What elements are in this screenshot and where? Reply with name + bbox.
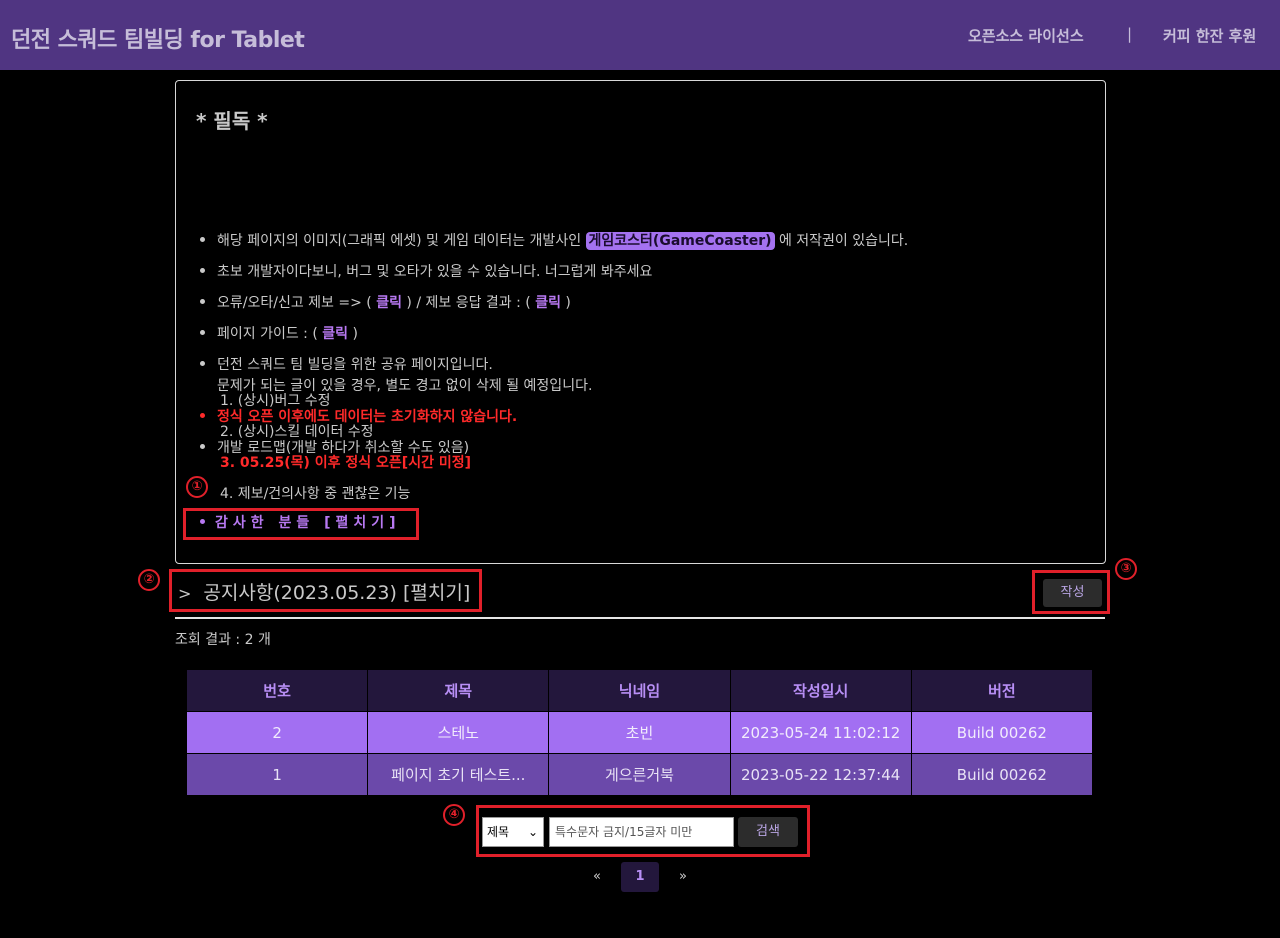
write-button[interactable]: 작성	[1043, 579, 1102, 607]
bullet-icon	[200, 267, 205, 273]
col-nickname: 닉네임	[548, 669, 731, 712]
notice-title: * 필독 *	[196, 109, 268, 133]
notice-panel: * 필독 * 해당 페이지의 이미지(그래픽 에셋) 및 게임 데이터는 개발사…	[175, 80, 1106, 564]
cell-number: 2	[185, 711, 369, 754]
result-count: 조회 결과 : 2 개	[175, 632, 271, 648]
cell-date: 2023-05-24 11:02:12	[729, 711, 912, 754]
col-date: 작성일시	[729, 669, 912, 712]
site-title[interactable]: 던전 스쿼드 팀빌딩 for Tablet	[11, 22, 305, 54]
notice-item-beginner: 초보 개발자이다보니, 버그 및 오타가 있을 수 있습니다. 너그럽게 봐주세…	[200, 262, 652, 283]
roadmap-item: 4. 제보/건의사항 중 괜찮은 기능	[220, 486, 411, 502]
bullet-icon	[200, 360, 205, 366]
divider	[175, 617, 1105, 619]
annotation-badge-1: ①	[186, 476, 208, 498]
table-header-row: 번호 제목 닉네임 작성일시 버전	[185, 669, 1094, 712]
table-row[interactable]: 1 페이지 초기 테스트... 게으른거북 2023-05-22 12:37:4…	[185, 753, 1094, 796]
chevron-down-icon: ⌄	[527, 825, 538, 839]
col-version: 버전	[910, 669, 1094, 712]
cell-nickname: 게으른거북	[548, 753, 731, 796]
chevron-right-icon: >	[178, 584, 192, 603]
annotation-badge-4: ④	[443, 804, 465, 826]
cell-nickname: 초빈	[548, 711, 731, 754]
nav-opensource-license[interactable]: 오픈소스 라이선스	[968, 25, 1084, 46]
cell-version: Build 00262	[910, 753, 1094, 796]
col-number: 번호	[185, 669, 369, 712]
report-link[interactable]: 클릭	[376, 295, 402, 311]
bullet-icon	[200, 412, 205, 418]
top-bar: 던전 스쿼드 팀빌딩 for Tablet 오픈소스 라이선스 | 커피 한잔 …	[0, 0, 1280, 70]
announcement-toggle[interactable]: > 공지사항(2023.05.23) [펼치기]	[178, 578, 470, 605]
cell-title[interactable]: 페이지 초기 테스트...	[367, 753, 550, 796]
guide-link[interactable]: 클릭	[322, 326, 348, 342]
bullet-icon	[200, 236, 205, 242]
search-button[interactable]: 검색	[738, 817, 798, 847]
nav-separator: |	[1127, 25, 1133, 43]
developer-highlight: 게임코스터(GameCoaster)	[585, 232, 775, 250]
roadmap-item: 2. (상시)스킬 데이터 수정	[220, 424, 374, 440]
notice-item-copyright: 해당 페이지의 이미지(그래픽 에셋) 및 게임 데이터는 개발사인 게임코스터…	[200, 231, 908, 252]
pagination-next[interactable]: »	[679, 869, 687, 884]
search-input[interactable]: 특수문자 금지/15글자 미만	[549, 817, 734, 847]
search-field-select[interactable]: 제목 ⌄	[482, 817, 544, 847]
announcement-label: 공지사항(2023.05.23) [펼치기]	[203, 582, 471, 604]
post-table: 번호 제목 닉네임 작성일시 버전 2 스테노 초빈 2023-05-24 11…	[185, 669, 1094, 796]
roadmap-item-open: 3. 05.25(목) 이후 정식 오픈[시간 미정]	[220, 455, 471, 471]
col-title: 제목	[367, 669, 550, 712]
notice-item-report: 오류/오타/신고 제보 => ( 클릭 ) / 제보 응답 결과 : ( 클릭 …	[200, 293, 571, 314]
annotation-badge-2: ②	[138, 569, 160, 591]
cell-number: 1	[185, 753, 369, 796]
bullet-icon	[200, 329, 205, 335]
notice-item-share-page: 던전 스쿼드 팀 빌딩을 위한 공유 페이지입니다.	[200, 355, 493, 376]
annotation-badge-3: ③	[1115, 558, 1137, 580]
annotation-box-1	[183, 508, 419, 540]
table-row[interactable]: 2 스테노 초빈 2023-05-24 11:02:12 Build 00262	[185, 711, 1094, 754]
report-result-link[interactable]: 클릭	[535, 295, 561, 311]
bullet-icon	[200, 298, 205, 304]
bullet-icon	[200, 443, 205, 449]
cell-title[interactable]: 스테노	[367, 711, 550, 754]
pagination-prev[interactable]: «	[593, 869, 601, 884]
pagination-current[interactable]: 1	[621, 862, 659, 892]
notice-item-guide: 페이지 가이드 : ( 클릭 )	[200, 324, 358, 345]
cell-date: 2023-05-22 12:37:44	[729, 753, 912, 796]
roadmap-item: 1. (상시)버그 수정	[220, 393, 331, 409]
nav-coffee-donate[interactable]: 커피 한잔 후원	[1163, 25, 1256, 46]
cell-version: Build 00262	[910, 711, 1094, 754]
